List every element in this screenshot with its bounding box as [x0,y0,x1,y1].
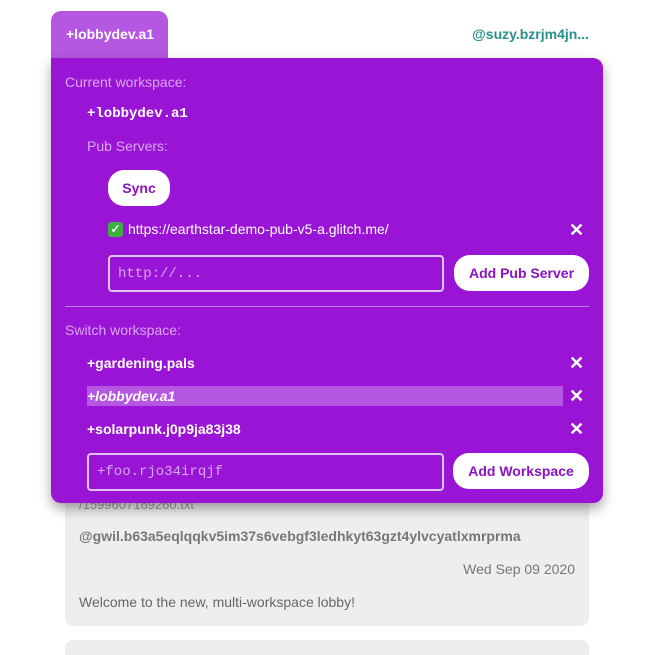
workspace-item-gardening[interactable]: +gardening.pals [87,353,563,373]
sync-button[interactable]: Sync [108,170,170,206]
check-mark-icon: ✓ [108,221,123,237]
post-author[interactable]: @gwil.b63a5eqlqqkv5im37s6vebgf3ledhkyt63… [79,528,521,544]
post-card [65,640,589,655]
post-date: Wed Sep 09 2020 [463,561,575,577]
workspace-tab[interactable]: +lobbydev.a1 [51,11,168,61]
workspace-item-lobbydev[interactable]: +lobbydev.a1 [87,386,563,406]
pub-server-url: https://earthstar-demo-pub-v5-a.glitch.m… [128,221,389,237]
add-pub-server-button[interactable]: Add Pub Server [454,255,589,291]
switch-workspace-label: Switch workspace: [65,322,181,338]
workspace-input[interactable] [87,453,444,491]
current-workspace-name: +lobbydev.a1 [87,106,188,122]
remove-workspace-icon[interactable]: ✕ [569,387,584,405]
remove-pub-server-icon[interactable]: ✕ [569,221,584,239]
post-body: Welcome to the new, multi-workspace lobb… [79,594,355,610]
current-workspace-label: Current workspace: [65,74,187,90]
remove-workspace-icon[interactable]: ✕ [569,354,584,372]
user-id-link[interactable]: @suzy.bzrjm4jn... [472,26,589,42]
pub-servers-label: Pub Servers: [87,138,168,154]
divider [65,306,589,307]
workspace-item-solarpunk[interactable]: +solarpunk.j0p9ja83j38 [87,419,563,439]
pub-server-item: ✓ https://earthstar-demo-pub-v5-a.glitch… [108,221,389,237]
remove-workspace-icon[interactable]: ✕ [569,420,584,438]
workspace-panel: Current workspace: +lobbydev.a1 Pub Serv… [51,58,603,503]
add-workspace-button[interactable]: Add Workspace [453,453,589,489]
pub-server-input[interactable] [108,255,444,292]
